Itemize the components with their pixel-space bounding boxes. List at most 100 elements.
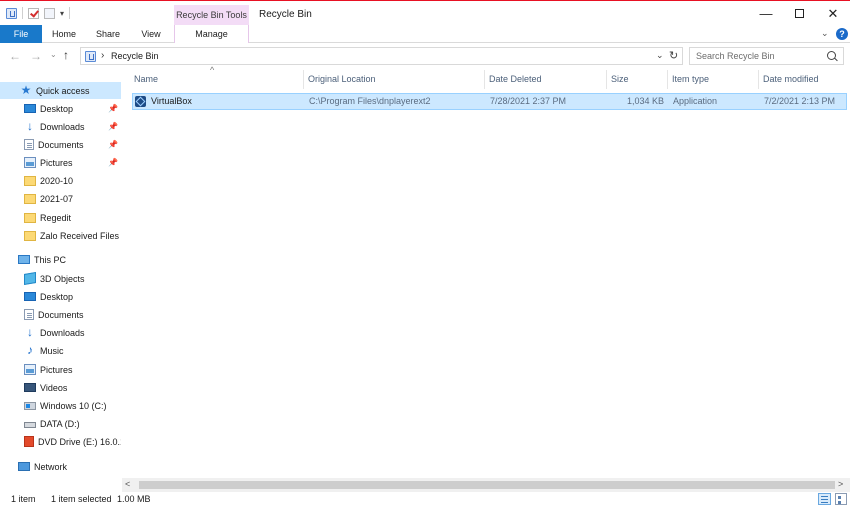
maximize-icon [794, 8, 804, 18]
pin-icon: 📌 [108, 104, 118, 113]
breadcrumb-separator-icon[interactable]: › [101, 50, 104, 61]
minimize-icon: — [759, 6, 773, 21]
properties-icon[interactable] [28, 7, 39, 19]
nav-label: Zalo Received Files [40, 230, 120, 241]
nav-pc-desktop[interactable]: Desktop [0, 288, 121, 305]
nav-this-pc[interactable]: This PC [0, 251, 121, 268]
tab-share[interactable]: Share [90, 25, 126, 43]
cell-name: VirtualBox [135, 94, 305, 109]
search-box[interactable] [689, 47, 844, 65]
column-header-date-deleted[interactable]: Date Deleted [485, 70, 607, 89]
computer-icon [18, 255, 30, 264]
customize-toolbar-chevron-icon[interactable]: ▾ [60, 9, 64, 18]
nav-pc-videos[interactable]: Videos [0, 379, 121, 396]
breadcrumb-recycle-bin[interactable]: Recycle Bin [111, 51, 159, 61]
tab-manage[interactable]: Manage [174, 25, 249, 43]
nav-quick-access[interactable]: ★ Quick access [0, 82, 121, 99]
nav-label: This PC [34, 254, 67, 265]
back-arrow-icon[interactable]: ← [9, 49, 21, 63]
recycle-bin-icon [85, 51, 96, 62]
scroll-left-arrow-icon[interactable]: < [125, 479, 130, 489]
nav-pc-documents[interactable]: Documents [0, 306, 121, 323]
nav-quick-documents[interactable]: Documents 📌 [0, 136, 121, 153]
music-icon: ♪ [27, 343, 33, 357]
document-icon [24, 309, 34, 320]
quick-access-toolbar: ▾ [6, 7, 71, 19]
star-icon: ★ [20, 83, 32, 97]
virtualbox-icon [135, 96, 146, 107]
nav-network[interactable]: Network [0, 458, 121, 475]
up-arrow-icon[interactable]: ↑ [63, 48, 69, 62]
nav-label: Desktop [40, 291, 74, 302]
table-row[interactable]: VirtualBox C:\Program Files\dnplayerext2… [132, 93, 847, 110]
nav-quick-pictures[interactable]: Pictures 📌 [0, 154, 121, 171]
nav-pc-dvd-drive[interactable]: DVD Drive (E:) 16.0.1 [0, 433, 121, 450]
expand-ribbon-chevron-icon[interactable]: ⌄ [821, 28, 829, 39]
nav-pc-music[interactable]: ♪ Music [0, 342, 121, 359]
file-name: VirtualBox [151, 96, 192, 106]
videos-icon [24, 383, 36, 392]
hard-drive-icon [24, 422, 36, 428]
scroll-right-arrow-icon[interactable]: > [838, 479, 843, 489]
details-view-icon[interactable] [818, 493, 831, 505]
nav-label: 2020-10 [40, 175, 74, 186]
recycle-bin-icon[interactable] [6, 7, 17, 19]
nav-label: Downloads [40, 327, 85, 338]
column-header-date-modified[interactable]: Date modified [759, 70, 849, 89]
nav-quick-folder-zalo[interactable]: Zalo Received Files [0, 227, 121, 244]
pin-icon: 📌 [108, 122, 118, 131]
nav-pc-drive-d[interactable]: DATA (D:) [0, 415, 121, 432]
column-header-size[interactable]: Size [607, 70, 668, 89]
address-bar[interactable]: › Recycle Bin ⌄ ↻ [80, 47, 683, 65]
status-selected-size: 1.00 MB [117, 494, 151, 504]
minimize-button[interactable]: — [749, 3, 783, 25]
maximize-button[interactable] [782, 3, 816, 25]
nav-label: Documents [38, 309, 84, 320]
refresh-icon[interactable]: ↻ [669, 49, 678, 62]
nav-pc-3d-objects[interactable]: 3D Objects [0, 270, 121, 287]
help-icon[interactable]: ? [836, 28, 848, 40]
tab-home[interactable]: Home [46, 25, 82, 43]
toolbar-separator [22, 7, 23, 19]
nav-label: Network [34, 461, 68, 472]
pictures-icon [24, 364, 36, 375]
title-bar: ▾ Recycle Bin Tools Recycle Bin — ✕ [0, 1, 850, 25]
nav-quick-folder-2020-10[interactable]: 2020-10 [0, 172, 121, 189]
address-dropdown-chevron-icon[interactable]: ⌄ [656, 50, 664, 61]
forward-arrow-icon[interactable]: → [30, 49, 42, 63]
status-item-count: 1 item [11, 494, 36, 504]
search-icon[interactable] [827, 51, 836, 60]
nav-pc-pictures[interactable]: Pictures [0, 361, 121, 378]
pictures-icon [24, 157, 36, 168]
new-folder-icon[interactable] [44, 7, 55, 19]
nav-label: DATA (D:) [40, 418, 80, 429]
large-icons-view-icon[interactable] [835, 493, 847, 505]
nav-quick-desktop[interactable]: Desktop 📌 [0, 100, 121, 117]
column-header-original-location[interactable]: Original Location [304, 70, 485, 89]
nav-pc-downloads[interactable]: ↓ Downloads [0, 324, 121, 341]
nav-pc-drive-c[interactable]: Windows 10 (C:) [0, 397, 121, 414]
nav-quick-folder-2021-07[interactable]: 2021-07 [0, 190, 121, 207]
nav-label: Regedit [40, 212, 72, 223]
ribbon-tab-bar: File Home Share View Manage ⌄ ? [0, 25, 850, 43]
nav-label: Pictures [40, 364, 73, 375]
document-icon [24, 139, 34, 150]
scrollbar-thumb[interactable] [139, 481, 835, 489]
tab-view[interactable]: View [134, 25, 168, 43]
column-header-name[interactable]: Name ^ [130, 66, 304, 89]
recent-locations-chevron-icon[interactable]: ⌄ [50, 50, 57, 59]
search-input[interactable] [690, 48, 820, 64]
desktop-icon [24, 292, 36, 301]
nav-quick-folder-regedit[interactable]: Regedit [0, 209, 121, 226]
3d-objects-icon [24, 271, 36, 286]
nav-label: Windows 10 (C:) [40, 400, 107, 411]
nav-quick-downloads[interactable]: ↓ Downloads 📌 [0, 118, 121, 135]
status-selected-count: 1 item selected [51, 494, 112, 504]
column-header-item-type[interactable]: Item type [668, 70, 759, 89]
close-button[interactable]: ✕ [816, 3, 850, 25]
nav-label: Documents [38, 139, 84, 150]
horizontal-scrollbar[interactable]: < > [122, 478, 850, 492]
nav-label: Desktop [40, 103, 74, 114]
tab-file[interactable]: File [0, 25, 42, 43]
cell-date-deleted: 7/28/2021 2:37 PM [490, 96, 567, 106]
